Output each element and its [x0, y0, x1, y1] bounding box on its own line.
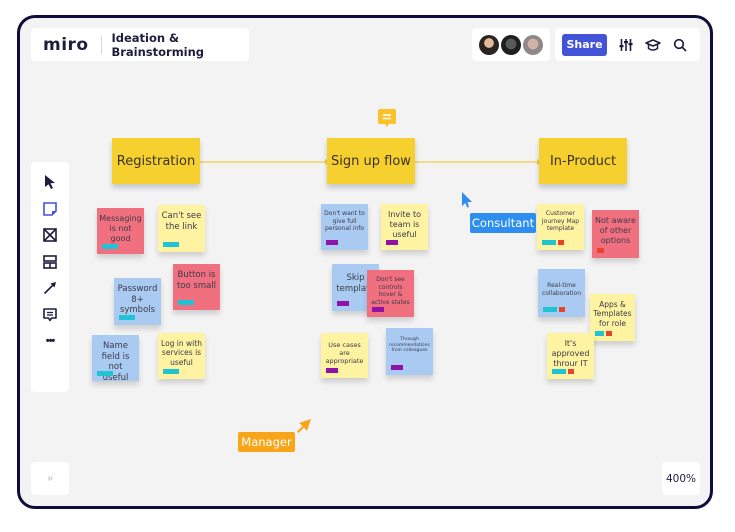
stage-signup-flow[interactable]: Sign up flow: [327, 138, 415, 184]
note-text: Can't see the link: [161, 211, 202, 232]
note-text: Through recommendations from colleagues: [389, 337, 430, 354]
tag-red: [606, 331, 612, 336]
consultant-cursor-label: Consultant: [470, 213, 536, 233]
consultant-cursor-icon: [461, 192, 473, 208]
stage-registration[interactable]: Registration: [112, 138, 200, 184]
note-text: Invite to team is useful: [387, 210, 422, 239]
sticky-note[interactable]: Apps & Templates for role: [590, 294, 635, 341]
tag-red: [597, 248, 604, 253]
tag-purple: [391, 365, 403, 370]
tag-cyan: [178, 300, 194, 305]
note-text: Name field is not useful: [101, 341, 130, 383]
tag-cyan: [595, 331, 604, 336]
note-text: Real-time collaboration: [541, 282, 582, 297]
sticky-note[interactable]: Name field is not useful: [92, 335, 139, 383]
tag-cyan: [552, 369, 566, 374]
sticky-note[interactable]: It's approved throur IT: [547, 333, 594, 379]
note-text: Don't want to give full personal info: [324, 210, 365, 232]
tag-cyan: [102, 244, 118, 249]
tag-purple: [326, 240, 338, 245]
note-text: It's approved throur IT: [551, 339, 590, 368]
sticky-note[interactable]: Button is too small: [173, 264, 220, 310]
tag-purple: [386, 240, 398, 245]
tag-red: [559, 307, 565, 312]
sticky-note[interactable]: Through recommendations from colleagues: [386, 328, 433, 375]
manager-cursor-icon: [296, 419, 311, 433]
comment-marker-icon[interactable]: [377, 108, 397, 130]
tag-purple: [337, 301, 349, 306]
tag-cyan: [163, 369, 179, 374]
tag-cyan: [97, 371, 113, 376]
sticky-note[interactable]: Customer Journey Map template: [537, 204, 584, 250]
note-text: Password 8+ symbols: [117, 284, 158, 316]
note-text: Customer Journey Map template: [541, 210, 580, 232]
note-text: Log in with services is useful: [161, 339, 202, 367]
sticky-note[interactable]: Log in with services is useful: [158, 333, 205, 379]
tag-cyan: [119, 315, 135, 320]
sticky-note[interactable]: Not aware of other options: [592, 210, 639, 258]
note-text: Button is too small: [176, 270, 217, 291]
board-window: miro Ideation & Brainstorming Share ••• …: [17, 15, 713, 509]
sticky-note[interactable]: Can't see the link: [158, 205, 205, 252]
note-text: Apps & Templates for role: [593, 300, 632, 328]
sticky-note[interactable]: Use cases are appropriate: [321, 333, 368, 378]
sticky-note[interactable]: Don't see controls hover & active states: [367, 270, 414, 317]
tag-red: [568, 369, 574, 374]
tag-cyan: [542, 240, 556, 245]
note-text: Use cases are appropriate: [325, 341, 364, 366]
tag-cyan: [163, 242, 179, 247]
sticky-note[interactable]: Don't want to give full personal info: [321, 204, 368, 250]
tag-purple: [372, 307, 384, 312]
sticky-note[interactable]: Password 8+ symbols: [114, 278, 161, 325]
note-text: Messaging is not good: [99, 214, 142, 243]
tag-purple: [326, 368, 338, 373]
manager-cursor-label: Manager: [238, 432, 295, 452]
tag-red: [558, 240, 564, 245]
tag-cyan: [543, 307, 557, 312]
stage-in-product[interactable]: In-Product: [539, 138, 627, 184]
note-text: Not aware of other options: [595, 216, 636, 245]
sticky-note[interactable]: Invite to team is useful: [381, 204, 428, 250]
sticky-note[interactable]: Messaging is not good: [97, 208, 144, 254]
sticky-note[interactable]: Real-time collaboration: [538, 269, 585, 317]
note-text: Don't see controls hover & active states: [371, 276, 410, 306]
